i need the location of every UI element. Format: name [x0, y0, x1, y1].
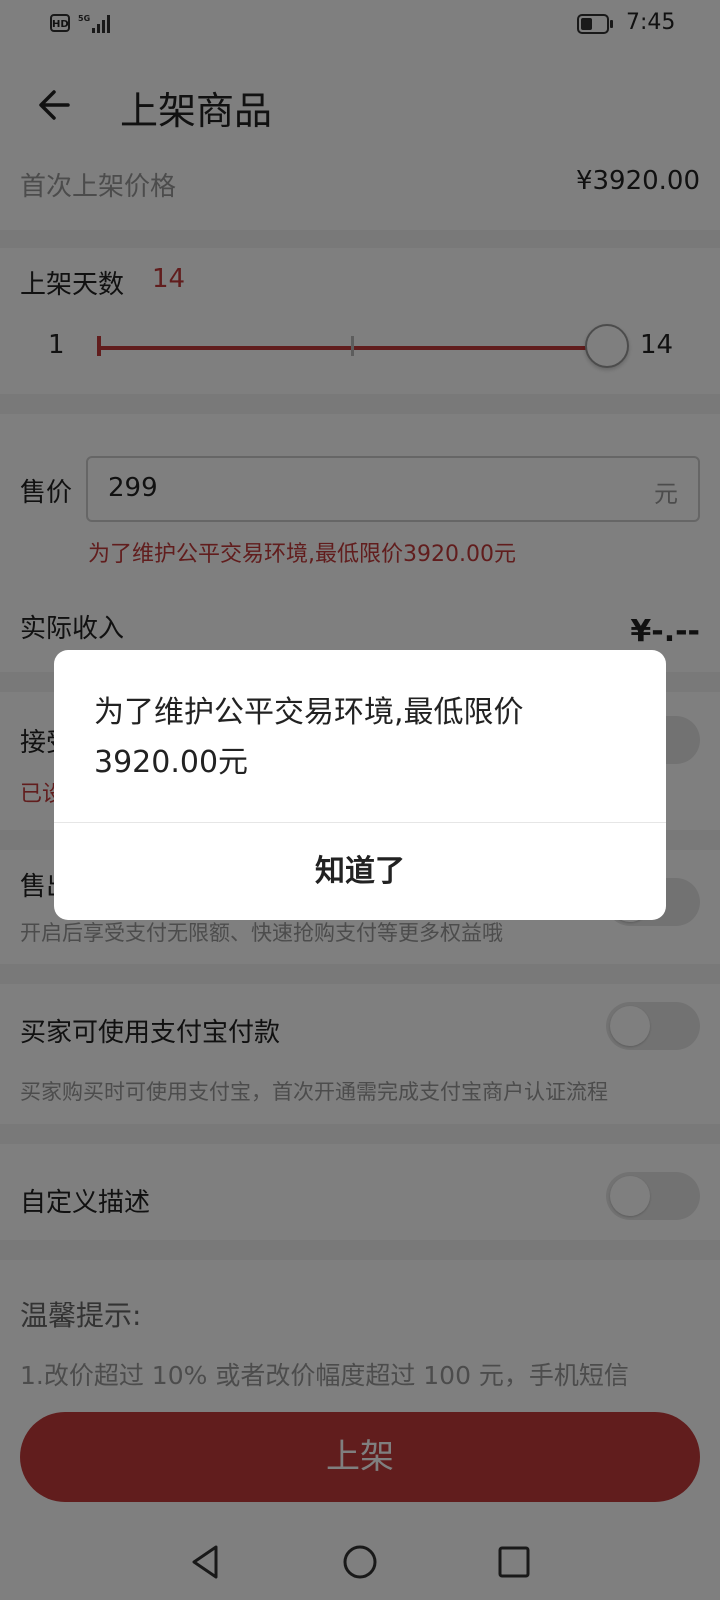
alert-dialog: 为了维护公平交易环境,最低限价3920.00元 知道了: [54, 650, 666, 920]
dialog-message: 为了维护公平交易环境,最低限价3920.00元: [94, 695, 524, 780]
dialog-confirm-button[interactable]: 知道了: [54, 823, 666, 920]
